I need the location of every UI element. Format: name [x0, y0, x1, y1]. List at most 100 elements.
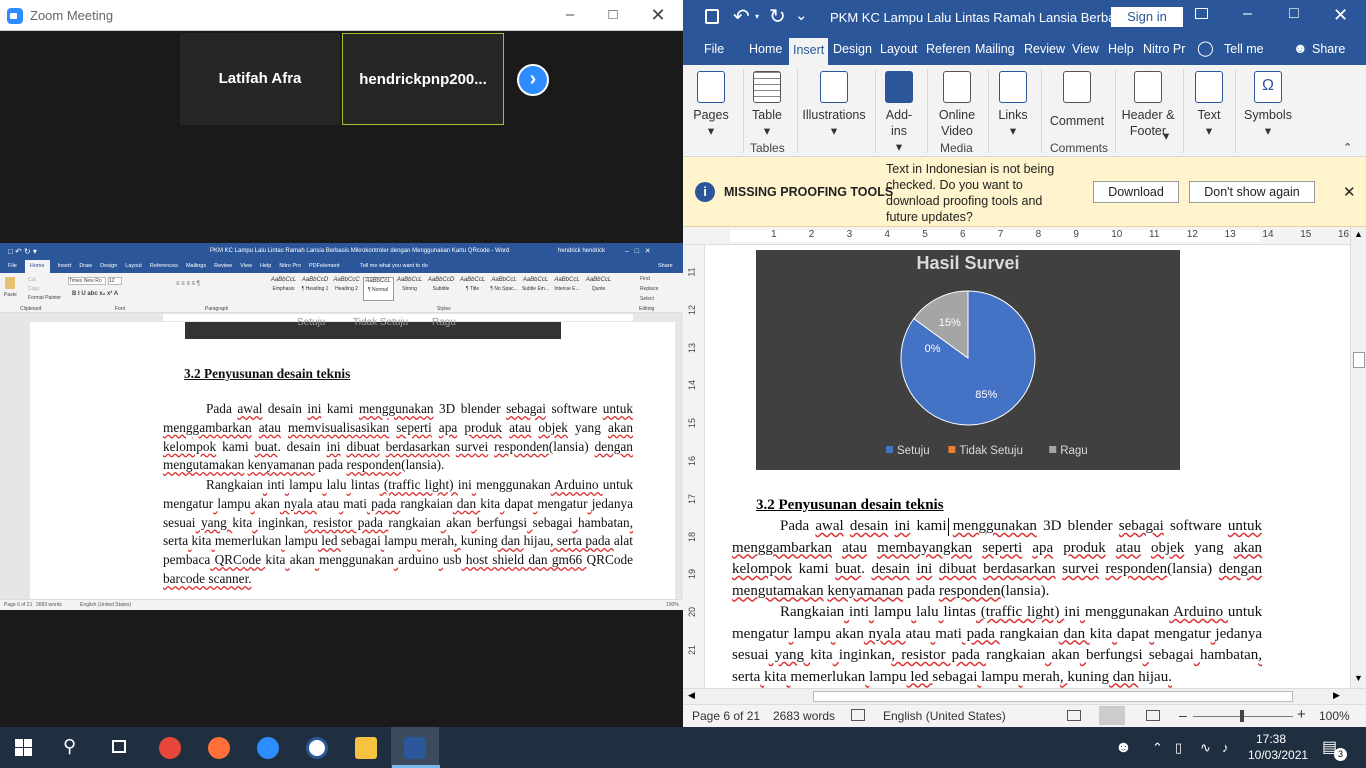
doc-text-word: ini: [894, 518, 911, 534]
start-button[interactable]: [0, 727, 48, 768]
taskbar-app[interactable]: [195, 727, 243, 768]
tab-design[interactable]: Design: [833, 42, 872, 56]
doc-text-word: kita: [764, 668, 787, 685]
doc-text-word: memerlukan: [790, 668, 866, 685]
tab-insert[interactable]: Insert: [789, 38, 829, 65]
header-footer-button[interactable]: Header & Footer ▾: [1119, 71, 1177, 143]
web-layout-icon[interactable]: [1146, 710, 1160, 721]
table-button[interactable]: Table ▾: [749, 71, 785, 139]
zoom-out-icon[interactable]: –: [1179, 707, 1187, 723]
sign-in-button[interactable]: Sign in: [1111, 7, 1183, 27]
next-page-button[interactable]: ›: [517, 64, 549, 96]
people-icon[interactable]: ☻: [1115, 727, 1132, 768]
notification-icon[interactable]: ▤: [1322, 727, 1337, 768]
search-button[interactable]: ⚲: [48, 727, 96, 768]
shared-text-word: software: [545, 401, 603, 416]
close-icon[interactable]: ✕: [1333, 5, 1348, 26]
maximize-icon[interactable]: □: [1289, 5, 1299, 23]
maximize-icon[interactable]: □: [598, 4, 628, 26]
status-zoom[interactable]: 100%: [1319, 709, 1350, 723]
shared-text-word: yang: [195, 514, 233, 530]
comment-button[interactable]: Comment: [1047, 71, 1107, 129]
doc-text-word: mengatur: [732, 625, 789, 642]
taskbar-app[interactable]: [342, 727, 390, 768]
h-scroll-thumb[interactable]: [813, 691, 1293, 702]
battery-icon[interactable]: ▯: [1175, 727, 1182, 768]
minimize-icon[interactable]: –: [1243, 5, 1252, 23]
undo-dropdown-icon[interactable]: ▾: [755, 12, 759, 21]
shared-font-name: Times New Ro: [68, 277, 106, 285]
clock[interactable]: 17:38 10/03/2021: [1248, 731, 1308, 763]
zoom-title-bar: Zoom Meeting – □ ✕: [0, 0, 683, 31]
participant-tile[interactable]: Latifah Afra: [180, 33, 340, 125]
task-view-button[interactable]: [96, 727, 144, 768]
show-hidden-icons[interactable]: ⌃: [1152, 727, 1163, 768]
links-button[interactable]: Links ▾: [995, 71, 1031, 139]
taskbar-app[interactable]: [146, 727, 194, 768]
scroll-up-icon[interactable]: ▲: [1354, 229, 1363, 239]
wifi-icon[interactable]: ∿: [1200, 727, 1211, 768]
doc-text-word: hijau: [1138, 668, 1169, 685]
close-message-icon[interactable]: ✕: [1343, 183, 1356, 201]
shared-text-word: arduino: [398, 552, 439, 568]
scroll-down-icon[interactable]: ▼: [1354, 673, 1363, 683]
ruler-number: 8: [1035, 229, 1042, 240]
doc-text-word: rangkaian: [986, 647, 1046, 663]
status-words[interactable]: 2683 words: [773, 709, 835, 723]
scroll-right-icon[interactable]: ▶: [1333, 690, 1340, 701]
tab-references[interactable]: Referen: [926, 42, 970, 56]
shared-style-item: AaBbCcL Subtle Em...: [520, 277, 551, 301]
participant-tile-active[interactable]: hendrickpnp200...: [342, 33, 504, 125]
tab-review[interactable]: Review: [1024, 42, 1065, 56]
taskbar-app[interactable]: [244, 727, 292, 768]
tab-layout[interactable]: Layout: [880, 42, 918, 56]
vertical-scrollbar[interactable]: ▲ ▼: [1350, 227, 1366, 688]
customize-toolbar-icon[interactable]: ⌄: [795, 6, 808, 24]
scroll-thumb[interactable]: [1353, 352, 1365, 368]
dont-show-again-button[interactable]: Don't show again: [1189, 181, 1315, 203]
share-button[interactable]: Share: [1312, 42, 1345, 56]
taskbar-app[interactable]: [391, 727, 439, 768]
ribbon-display-options-icon[interactable]: [1195, 8, 1208, 19]
horizontal-scrollbar[interactable]: ◀ ▶: [683, 688, 1366, 704]
ruler-number: 11: [1149, 229, 1160, 240]
tab-mailings[interactable]: Mailing: [975, 42, 1015, 56]
addins-button[interactable]: Add-ins▾: [881, 71, 917, 155]
tab-home[interactable]: Home: [749, 42, 782, 56]
online-video-button[interactable]: Online Video: [933, 71, 981, 139]
status-language[interactable]: English (United States): [883, 709, 1006, 723]
illustrations-button[interactable]: Illustrations ▾: [801, 71, 867, 139]
status-page[interactable]: Page 6 of 21: [692, 709, 760, 723]
collapse-ribbon-icon[interactable]: ⌃: [1343, 141, 1352, 154]
zoom-in-icon[interactable]: +: [1297, 706, 1306, 723]
symbols-button[interactable]: Ω Symbols ▾: [1243, 71, 1293, 139]
shared-text-word: sebagai: [506, 401, 546, 416]
print-layout-icon[interactable]: [1099, 706, 1125, 725]
volume-icon[interactable]: ♪: [1222, 727, 1229, 768]
proofing-icon[interactable]: [851, 709, 865, 721]
download-button[interactable]: Download: [1093, 181, 1179, 203]
close-icon[interactable]: ✕: [643, 4, 673, 26]
redo-icon[interactable]: ↻: [769, 4, 786, 29]
taskbar-app[interactable]: [293, 727, 341, 768]
shared-editing-group: Editing: [639, 306, 655, 312]
tab-help[interactable]: Help: [1108, 42, 1134, 56]
doc-text-word: Arduino: [1169, 604, 1228, 620]
online-video-icon: [943, 71, 971, 103]
tab-file[interactable]: File: [704, 42, 724, 56]
shared-text-word: dengan: [594, 438, 633, 454]
save-icon[interactable]: [705, 9, 719, 24]
pages-button[interactable]: Pages ▾: [693, 71, 729, 139]
tab-nitro[interactable]: Nitro Pr: [1143, 42, 1185, 56]
scroll-left-icon[interactable]: ◀: [688, 690, 695, 701]
tab-view[interactable]: View: [1072, 42, 1099, 56]
text-button[interactable]: Text ▾: [1191, 71, 1227, 139]
shared-text-word: menggunakan: [476, 477, 551, 492]
zoom-slider-thumb[interactable]: [1240, 710, 1244, 722]
minimize-icon[interactable]: –: [555, 4, 585, 26]
doc-text-word: ini: [1064, 604, 1081, 620]
read-mode-icon[interactable]: [1067, 710, 1081, 721]
shared-text-word: buat: [254, 438, 278, 454]
undo-icon[interactable]: ↶: [733, 4, 750, 29]
tell-me-box[interactable]: Tell me: [1224, 42, 1264, 56]
